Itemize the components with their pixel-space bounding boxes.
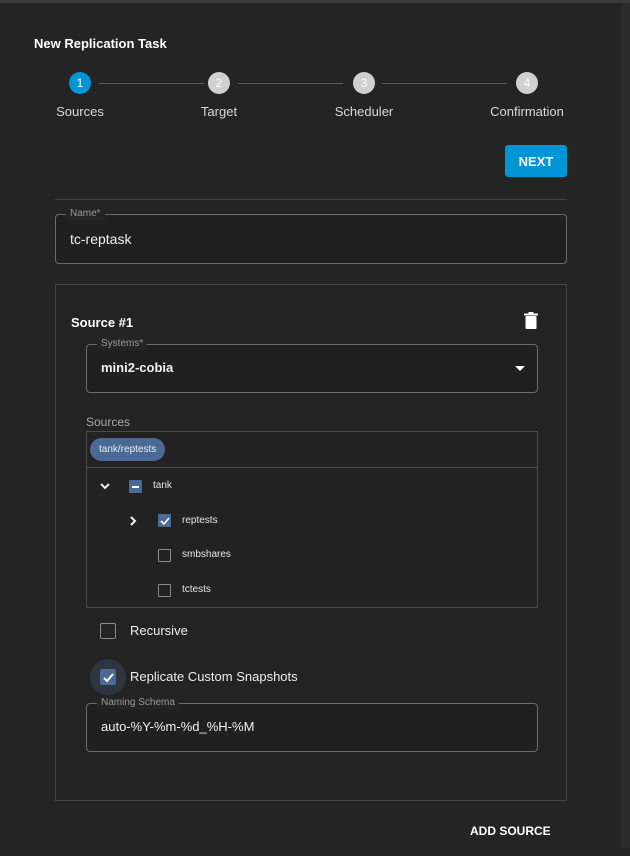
- checkmark-icon: [160, 517, 170, 526]
- add-source-button[interactable]: ADD SOURCE: [470, 824, 551, 838]
- step-target[interactable]: 2 Target: [159, 72, 279, 119]
- window-top-border: [0, 0, 630, 3]
- checkbox-unchecked[interactable]: [158, 584, 171, 597]
- step-number: 4: [516, 72, 538, 94]
- recursive-label: Recursive: [130, 623, 188, 638]
- checkmark-icon: [103, 673, 114, 683]
- source-title: Source #1: [71, 315, 134, 330]
- replicate-custom-label: Replicate Custom Snapshots: [130, 669, 298, 684]
- naming-schema-input[interactable]: auto-%Y-%m-%d_%H-%M: [101, 719, 254, 734]
- step-label: Target: [200, 104, 238, 119]
- recursive-checkbox[interactable]: [100, 623, 116, 639]
- tree-node-label: smbshares: [182, 549, 231, 560]
- tree-node-tank[interactable]: tank: [87, 477, 537, 497]
- tree-node-label: tank: [153, 480, 172, 491]
- name-field-label: Name*: [66, 208, 105, 220]
- checkbox-indeterminate[interactable]: [129, 480, 142, 493]
- step-number: 3: [353, 72, 375, 94]
- chevron-down-icon[interactable]: [100, 483, 110, 490]
- step-label: Confirmation: [490, 104, 564, 119]
- divider: [55, 199, 567, 200]
- tree-node-smbshares[interactable]: smbshares: [87, 546, 537, 566]
- step-label: Scheduler: [334, 104, 394, 119]
- tree-node-label: tctests: [182, 584, 211, 595]
- tree-node-tctests[interactable]: tctests: [87, 581, 537, 601]
- systems-select[interactable]: Systems* mini2-cobia: [86, 338, 538, 393]
- step-sources[interactable]: 1 Sources: [20, 72, 140, 119]
- checkbox-unchecked[interactable]: [158, 549, 171, 562]
- step-number: 1: [69, 72, 91, 94]
- step-label: Sources: [56, 104, 104, 119]
- naming-schema-field[interactable]: Naming Schema auto-%Y-%m-%d_%H-%M: [86, 697, 538, 752]
- chevron-right-icon[interactable]: [130, 516, 137, 526]
- checkbox-checked[interactable]: [158, 514, 171, 527]
- step-scheduler[interactable]: 3 Scheduler: [304, 72, 424, 119]
- name-field[interactable]: Name* tc-reptask: [55, 208, 567, 264]
- tree-node-label: reptests: [182, 515, 218, 526]
- sources-chip-input[interactable]: tank/reptests: [86, 431, 538, 468]
- tree-node-reptests[interactable]: reptests: [87, 512, 537, 532]
- stepper: 1 Sources 2 Target 3 Scheduler 4 Confirm…: [0, 72, 621, 132]
- name-input[interactable]: tc-reptask: [70, 231, 131, 247]
- scrollbar-track[interactable]: [621, 3, 630, 848]
- replicate-custom-checkbox[interactable]: [100, 669, 116, 685]
- systems-label: Systems*: [97, 338, 148, 350]
- source-chip[interactable]: tank/reptests: [90, 438, 166, 461]
- naming-schema-label: Naming Schema: [97, 697, 179, 709]
- step-number: 2: [208, 72, 230, 94]
- next-button[interactable]: NEXT: [505, 145, 567, 177]
- systems-value: mini2-cobia: [101, 360, 174, 375]
- sources-label: Sources: [86, 415, 131, 429]
- dropdown-arrow-icon: [515, 366, 525, 371]
- page-title: New Replication Task: [34, 36, 167, 51]
- dataset-tree: tank reptests smbshares tctests: [86, 468, 538, 608]
- source-card: Source #1 Systems* mini2-cobia Sources t…: [55, 284, 567, 801]
- trash-icon[interactable]: [524, 312, 538, 329]
- step-confirmation[interactable]: 4 Confirmation: [467, 72, 587, 119]
